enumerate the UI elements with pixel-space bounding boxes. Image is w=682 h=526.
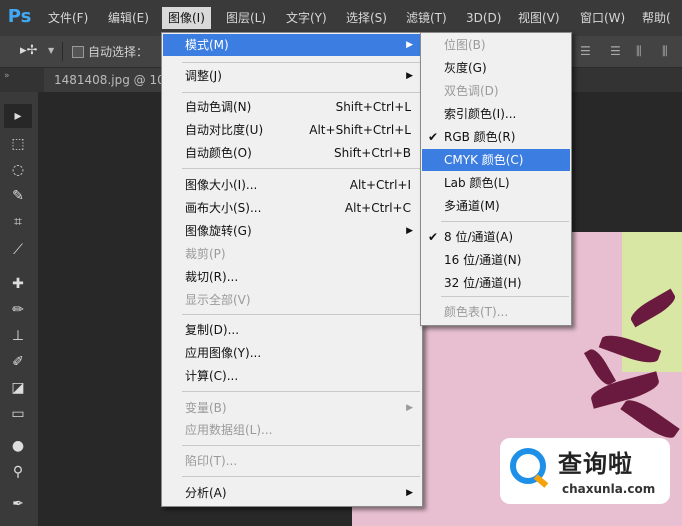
menu-3d[interactable]: 3D(D) bbox=[460, 7, 507, 29]
menu-item-image-rotation[interactable]: 图像旋转(G) ▶ bbox=[163, 220, 421, 242]
chevron-right-icon: ▶ bbox=[406, 403, 413, 413]
divider bbox=[182, 445, 420, 446]
menu-item-lab-color[interactable]: Lab 颜色(L) bbox=[422, 172, 570, 194]
move-tool-icon[interactable]: ▸✢ bbox=[20, 43, 37, 58]
blur-tool-icon[interactable]: ● bbox=[4, 434, 32, 458]
menu-item-16-bit[interactable]: 16 位/通道(N) bbox=[422, 249, 570, 271]
move-tool-icon[interactable]: ▸ bbox=[4, 104, 32, 128]
distribute-icon[interactable]: ⫼ bbox=[636, 44, 642, 59]
pen-tool-icon[interactable]: ✒ bbox=[4, 492, 32, 516]
divider bbox=[182, 62, 420, 63]
collapse-icon[interactable]: » bbox=[4, 71, 10, 81]
chevron-down-icon[interactable]: ▼ bbox=[48, 46, 54, 55]
align-icon[interactable]: ☰ bbox=[610, 44, 621, 58]
menu-item-trap[interactable]: 陷印(T)... bbox=[163, 450, 421, 472]
menu-help[interactable]: 帮助( bbox=[636, 7, 677, 29]
toolbox: ▸ ⬚ ◌ ✎ ⌗ ⟋ ✚ ✏ ⊥ ✐ ◪ ▭ ● ⚲ ✒ bbox=[0, 92, 39, 526]
menu-item-auto-color[interactable]: 自动颜色(O) Shift+Ctrl+B bbox=[163, 142, 421, 164]
menu-item-trim[interactable]: 裁切(R)... bbox=[163, 266, 421, 288]
check-icon: ✔ bbox=[428, 130, 439, 144]
menu-view[interactable]: 视图(V) bbox=[512, 7, 566, 29]
menu-item-image-size[interactable]: 图像大小(I)... Alt+Ctrl+I bbox=[163, 174, 421, 196]
menu-layer[interactable]: 图层(L) bbox=[220, 7, 272, 29]
dodge-tool-icon[interactable]: ⚲ bbox=[4, 460, 32, 484]
menu-item-multichannel[interactable]: 多通道(M) bbox=[422, 195, 570, 217]
watermark: 查询啦 chaxunla.com bbox=[500, 438, 670, 504]
menu-item-canvas-size[interactable]: 画布大小(S)... Alt+Ctrl+C bbox=[163, 197, 421, 219]
menu-item-calculations[interactable]: 计算(C)... bbox=[163, 365, 421, 387]
menu-item-rgb-color[interactable]: ✔ RGB 颜色(R) bbox=[422, 126, 570, 148]
menu-item-mode[interactable]: 模式(M) ▶ bbox=[163, 34, 421, 56]
menu-item-apply-data-set[interactable]: 应用数据组(L)... bbox=[163, 419, 421, 441]
chevron-right-icon: ▶ bbox=[406, 488, 413, 498]
eraser-tool-icon[interactable]: ◪ bbox=[4, 376, 32, 400]
image-menu: 模式(M) ▶ 调整(J) ▶ 自动色调(N) Shift+Ctrl+L 自动对比度(… bbox=[161, 32, 423, 507]
divider bbox=[441, 296, 569, 297]
divider bbox=[441, 221, 569, 222]
photoshop-logo: Ps bbox=[7, 6, 32, 27]
divider bbox=[62, 42, 63, 61]
menu-item-apply-image[interactable]: 应用图像(Y)... bbox=[163, 342, 421, 364]
mode-submenu: 位图(B) 灰度(G) 双色调(D) 索引颜色(I)... ✔ RGB 颜色(R… bbox=[420, 32, 572, 326]
chevron-right-icon: ▶ bbox=[406, 226, 413, 236]
menu-item-indexed-color[interactable]: 索引颜色(I)... bbox=[422, 103, 570, 125]
menu-item-8-bit[interactable]: ✔ 8 位/通道(A) bbox=[422, 226, 570, 248]
auto-select-label: 自动选择： bbox=[88, 45, 149, 59]
healing-brush-tool-icon[interactable]: ✚ bbox=[4, 272, 32, 296]
menu-file[interactable]: 文件(F) bbox=[42, 7, 94, 29]
brush-tool-icon[interactable]: ✏ bbox=[4, 298, 32, 322]
eyedropper-tool-icon[interactable]: ⟋ bbox=[4, 238, 32, 262]
menu-window[interactable]: 窗口(W) bbox=[574, 7, 631, 29]
menu-select[interactable]: 选择(S) bbox=[340, 7, 393, 29]
menu-filter[interactable]: 滤镜(T) bbox=[400, 7, 453, 29]
menu-item-bitmap[interactable]: 位图(B) bbox=[422, 34, 570, 56]
divider bbox=[182, 476, 420, 477]
search-icon bbox=[510, 448, 546, 484]
gradient-tool-icon[interactable]: ▭ bbox=[4, 402, 32, 426]
divider bbox=[182, 391, 420, 392]
menu-item-adjustments[interactable]: 调整(J) ▶ bbox=[163, 65, 421, 87]
distribute-icon[interactable]: ⫼ bbox=[662, 44, 668, 59]
menu-item-crop[interactable]: 裁剪(P) bbox=[163, 243, 421, 265]
menu-edit[interactable]: 编辑(E) bbox=[102, 7, 155, 29]
watermark-title: 查询啦 bbox=[558, 450, 633, 478]
watermark-url: chaxunla.com bbox=[562, 482, 656, 496]
chevron-right-icon: ▶ bbox=[406, 71, 413, 81]
marquee-tool-icon[interactable]: ⬚ bbox=[4, 132, 32, 156]
menu-item-color-table[interactable]: 颜色表(T)... bbox=[422, 301, 570, 323]
menu-item-duotone[interactable]: 双色调(D) bbox=[422, 80, 570, 102]
divider bbox=[182, 314, 420, 315]
lasso-tool-icon[interactable]: ◌ bbox=[4, 158, 32, 182]
chevron-right-icon: ▶ bbox=[406, 40, 413, 50]
menu-item-reveal-all[interactable]: 显示全部(V) bbox=[163, 289, 421, 311]
history-brush-tool-icon[interactable]: ✐ bbox=[4, 350, 32, 374]
document-tab[interactable]: 1481408.jpg @ 10 bbox=[44, 68, 174, 92]
check-icon: ✔ bbox=[428, 230, 439, 244]
menu-item-cmyk-color[interactable]: CMYK 颜色(C) bbox=[422, 149, 570, 171]
divider bbox=[182, 168, 420, 169]
menu-image[interactable]: 图像(I) bbox=[162, 7, 211, 29]
auto-select-checkbox[interactable] bbox=[72, 46, 84, 58]
quick-select-tool-icon[interactable]: ✎ bbox=[4, 184, 32, 208]
menu-item-variables[interactable]: 变量(B) ▶ bbox=[163, 397, 421, 419]
divider bbox=[182, 92, 420, 93]
align-icon[interactable]: ☰ bbox=[580, 44, 591, 58]
menu-item-auto-contrast[interactable]: 自动对比度(U) Alt+Shift+Ctrl+L bbox=[163, 119, 421, 141]
menu-item-grayscale[interactable]: 灰度(G) bbox=[422, 57, 570, 79]
menu-item-analysis[interactable]: 分析(A) ▶ bbox=[163, 482, 421, 504]
menu-item-32-bit[interactable]: 32 位/通道(H) bbox=[422, 272, 570, 294]
menu-item-duplicate[interactable]: 复制(D)... bbox=[163, 319, 421, 341]
stamp-tool-icon[interactable]: ⊥ bbox=[4, 324, 32, 348]
menu-item-auto-tone[interactable]: 自动色调(N) Shift+Ctrl+L bbox=[163, 96, 421, 118]
menu-type[interactable]: 文字(Y) bbox=[280, 7, 333, 29]
crop-tool-icon[interactable]: ⌗ bbox=[4, 210, 32, 234]
